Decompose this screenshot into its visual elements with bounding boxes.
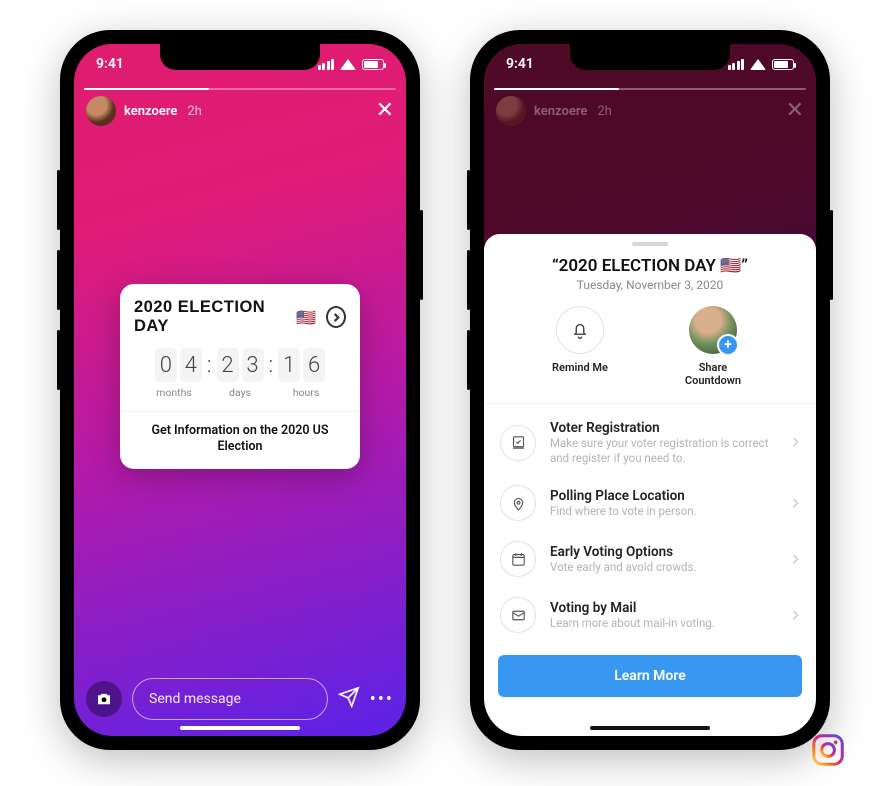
phone-left: 9:41 kenzoere 2h ✕ 2020 ELECTION DAY — [60, 30, 420, 750]
info-list: Voter Registration Make sure your voter … — [484, 404, 816, 647]
author-username: kenzoere — [534, 104, 587, 119]
learn-more-button[interactable]: Learn More — [498, 655, 802, 697]
author-avatar — [496, 96, 526, 126]
share-countdown-button[interactable]: Share Countdown — [678, 306, 748, 387]
countdown-title: 2020 ELECTION DAY — [134, 298, 286, 336]
remind-me-button[interactable]: Remind Me — [552, 306, 608, 387]
instagram-logo — [810, 732, 846, 768]
unit-months: months — [144, 386, 204, 399]
close-icon[interactable]: ✕ — [376, 100, 394, 122]
wifi-icon — [750, 59, 766, 70]
story-age: 2h — [597, 104, 611, 119]
row-vote-by-mail[interactable]: Voting by Mail Learn more about mail-in … — [484, 587, 816, 643]
home-indicator[interactable] — [590, 726, 710, 730]
close-icon[interactable]: ✕ — [786, 100, 804, 122]
story-age: 2h — [187, 104, 201, 119]
cellular-icon — [318, 59, 335, 70]
row-early-voting[interactable]: Early Voting Options Vote early and avoi… — [484, 531, 816, 587]
chevron-right-icon — [792, 606, 800, 625]
countdown-digits: 0 4 : 2 3 : 1 6 — [134, 348, 346, 382]
phone-right: 9:41 kenzoere 2h ✕ “2020 ELECTION DAY 🇺🇸… — [470, 30, 830, 750]
battery-icon — [772, 59, 794, 70]
mail-icon — [500, 597, 536, 633]
row-voter-registration[interactable]: Voter Registration Make sure your voter … — [484, 410, 816, 475]
unit-hours: hours — [276, 386, 336, 399]
notch — [160, 44, 320, 70]
chevron-right-icon — [792, 494, 800, 513]
send-icon[interactable] — [338, 686, 360, 712]
wifi-icon — [340, 59, 356, 70]
unit-days: days — [210, 386, 270, 399]
ballot-icon — [500, 425, 536, 461]
calendar-icon — [500, 541, 536, 577]
story-footer: Send message ••• — [86, 678, 394, 720]
story-progress-bar[interactable] — [84, 88, 396, 90]
story-header: kenzoere 2h ✕ — [496, 96, 804, 126]
grabber[interactable] — [632, 242, 668, 246]
status-time: 9:41 — [96, 56, 124, 72]
story-header: kenzoere 2h ✕ — [86, 96, 394, 126]
cellular-icon — [728, 59, 745, 70]
countdown-sticker[interactable]: 2020 ELECTION DAY 🇺🇸 0 4 : 2 3 : 1 — [120, 284, 360, 469]
reply-input[interactable]: Send message — [132, 678, 328, 720]
share-avatar — [689, 306, 737, 354]
status-time: 9:41 — [506, 56, 534, 72]
camera-button[interactable] — [86, 681, 122, 717]
sheet-title: “2020 ELECTION DAY 🇺🇸” — [484, 256, 816, 276]
countdown-cta[interactable]: Get Information on the 2020 US Election — [120, 411, 360, 469]
battery-icon — [362, 59, 384, 70]
author-username[interactable]: kenzoere — [124, 104, 177, 119]
home-indicator[interactable] — [180, 726, 300, 730]
chevron-right-icon — [792, 550, 800, 569]
bell-icon — [556, 306, 604, 354]
row-polling-place[interactable]: Polling Place Location Find where to vot… — [484, 475, 816, 531]
notch — [570, 44, 730, 70]
bottom-sheet: “2020 ELECTION DAY 🇺🇸” Tuesday, November… — [484, 234, 816, 736]
flag-icon: 🇺🇸 — [296, 308, 316, 327]
pin-icon — [500, 485, 536, 521]
story-progress-bar — [494, 88, 806, 90]
sheet-date: Tuesday, November 3, 2020 — [484, 278, 816, 292]
expand-icon[interactable] — [326, 306, 346, 328]
author-avatar[interactable] — [86, 96, 116, 126]
more-icon[interactable]: ••• — [370, 689, 394, 710]
chevron-right-icon — [792, 433, 800, 452]
